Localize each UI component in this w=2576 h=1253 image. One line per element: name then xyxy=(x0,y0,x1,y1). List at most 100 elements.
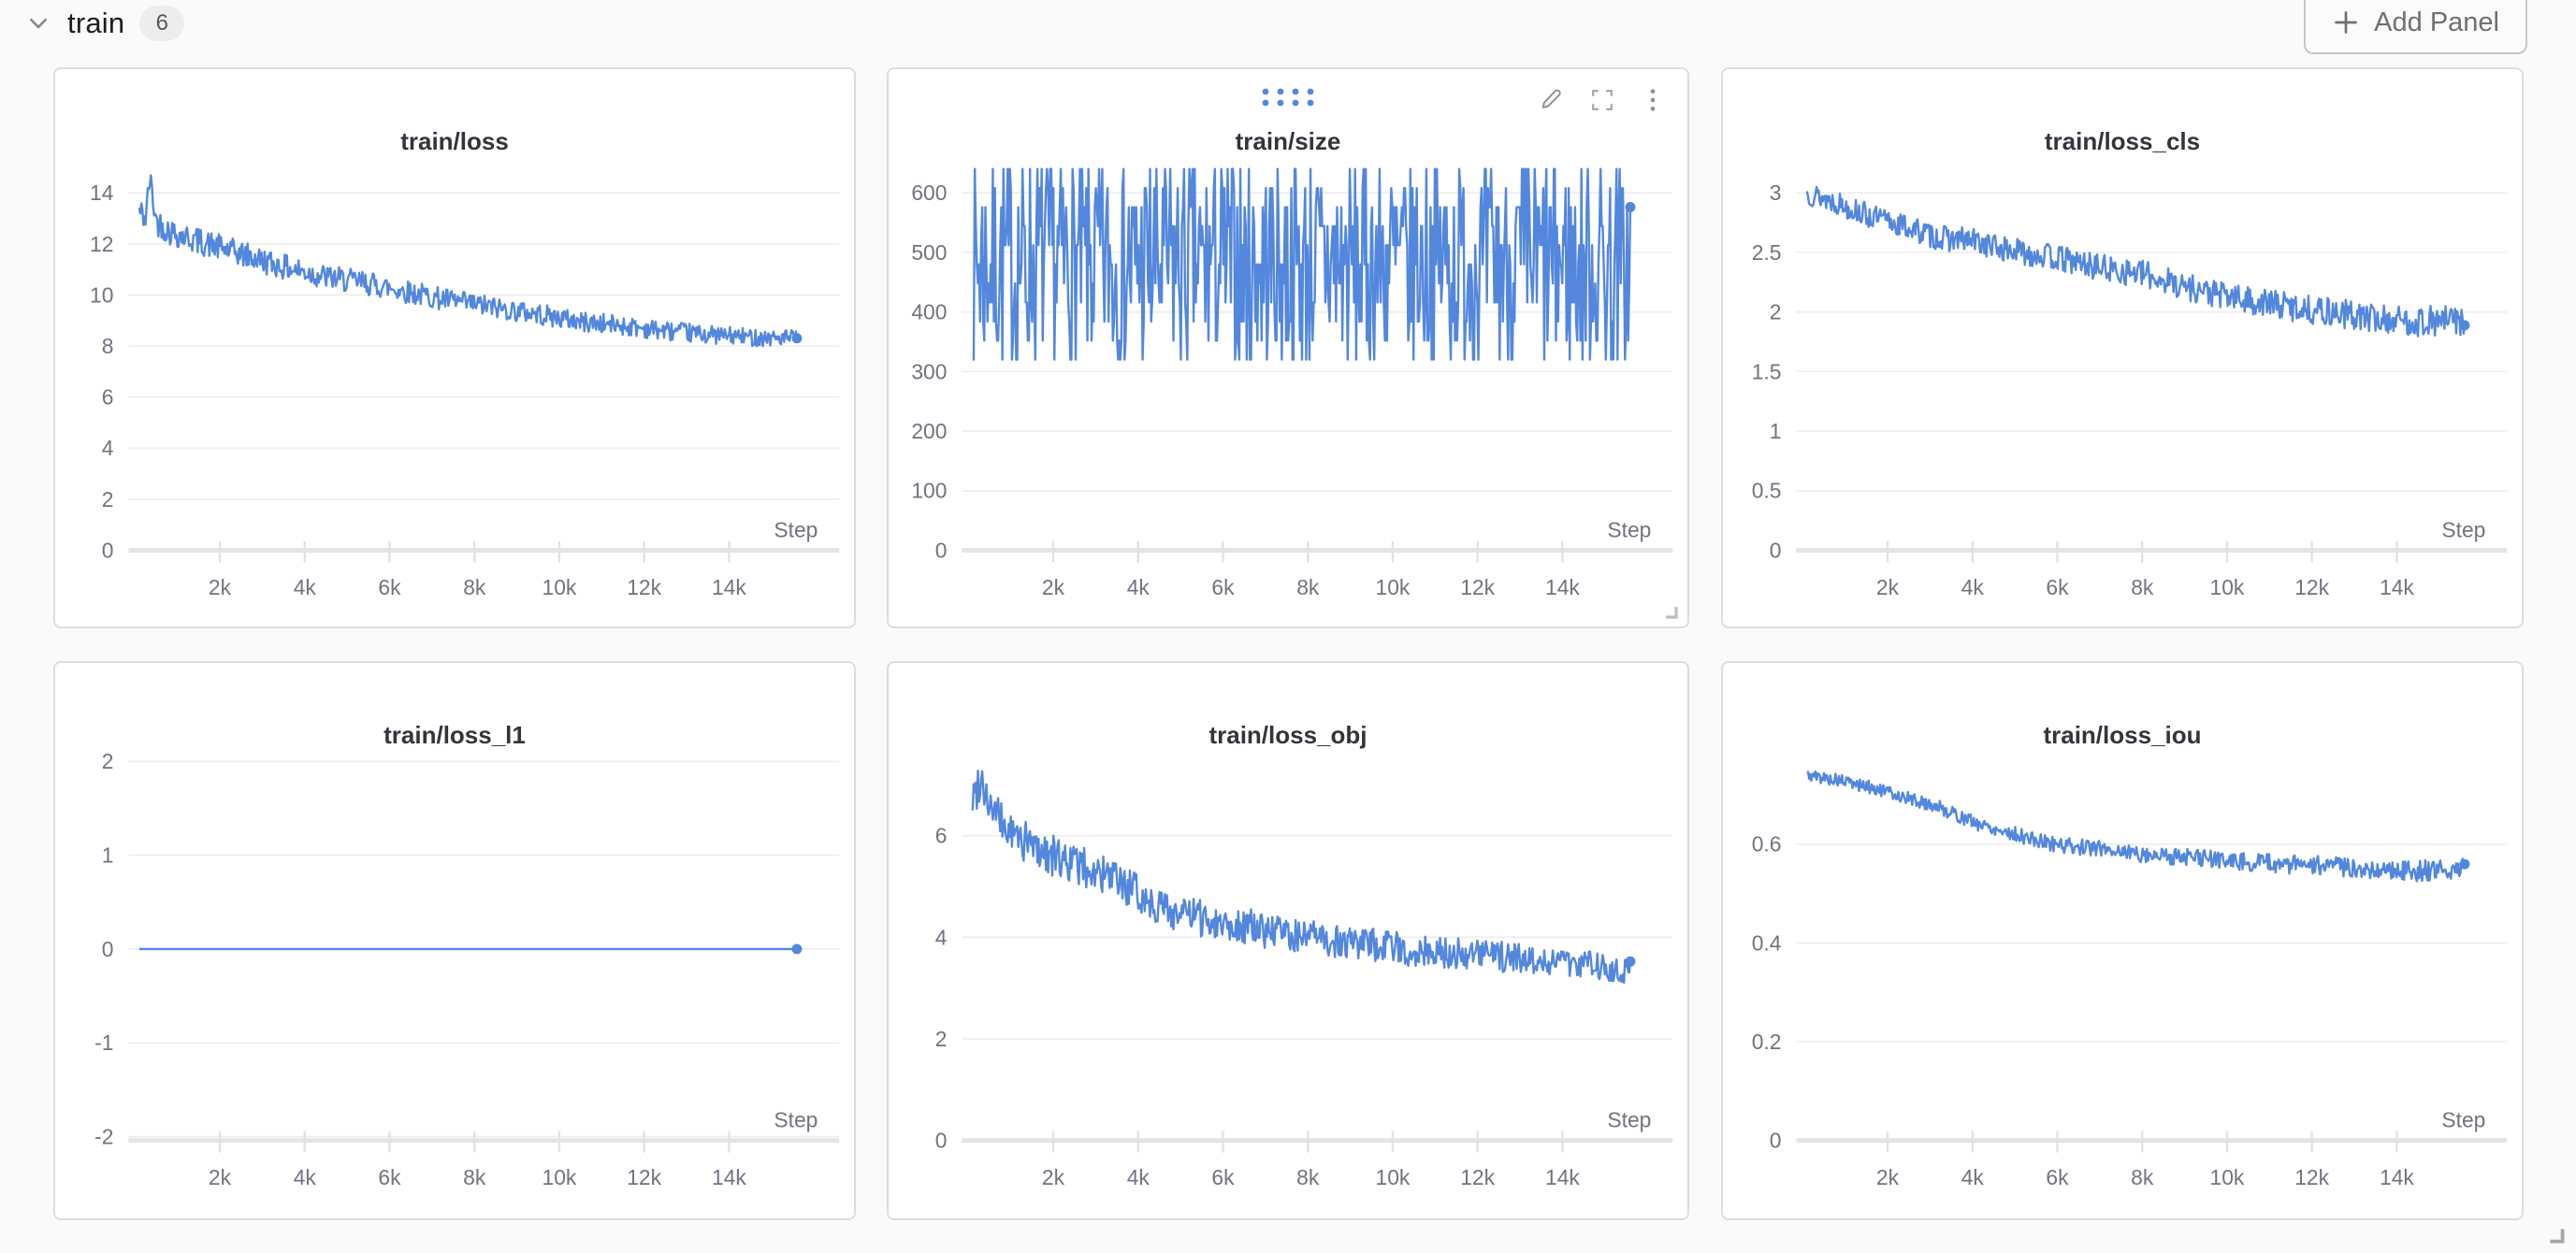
svg-text:14k: 14k xyxy=(712,1165,746,1189)
svg-text:8k: 8k xyxy=(2131,575,2154,599)
svg-text:6k: 6k xyxy=(378,575,401,599)
svg-text:Step: Step xyxy=(774,1108,818,1132)
svg-text:4k: 4k xyxy=(294,575,317,599)
panel-train-loss-obj: train/loss_obj 2k4k6k8k10k12k14k0246Step xyxy=(887,661,1689,1220)
svg-text:2k: 2k xyxy=(1876,575,1900,599)
svg-text:4k: 4k xyxy=(1961,1165,1985,1189)
svg-text:10k: 10k xyxy=(2210,1165,2245,1189)
add-panel-label: Add Panel xyxy=(2374,7,2499,38)
svg-text:Step: Step xyxy=(774,518,818,542)
svg-text:0: 0 xyxy=(102,937,114,961)
svg-text:2: 2 xyxy=(935,1027,948,1051)
panel-train-loss-cls: train/loss_cls 2k4k6k8k10k12k14k00.511.5… xyxy=(1721,67,2524,628)
drag-handle-icon[interactable] xyxy=(1257,84,1319,113)
svg-text:2.5: 2.5 xyxy=(1752,240,1782,265)
section-header: train 6 xyxy=(24,6,184,41)
svg-text:12k: 12k xyxy=(1460,575,1495,599)
svg-text:0: 0 xyxy=(935,1129,948,1153)
panel-resize-handle[interactable] xyxy=(1661,602,1680,621)
svg-text:-2: -2 xyxy=(94,1125,113,1149)
svg-text:0: 0 xyxy=(1770,1129,1782,1153)
svg-text:2k: 2k xyxy=(1042,575,1065,599)
chart-canvas-train-loss-cls[interactable]: 2k 4k 6k 8k 10k 12k 14k 0 0.5 1 1.5 2 2.5 3 Step xyxy=(1723,69,2522,626)
svg-text:8k: 8k xyxy=(463,1165,486,1189)
section-title: train xyxy=(67,7,124,40)
svg-text:2k: 2k xyxy=(209,1165,232,1189)
svg-text:4: 4 xyxy=(102,436,114,460)
edit-pencil-icon[interactable] xyxy=(1538,86,1566,114)
svg-text:10k: 10k xyxy=(1376,575,1411,599)
panel-train-loss-iou: train/loss_iou 2k4k6k8k10k12k14k00.20.40… xyxy=(1721,661,2524,1220)
panel-actions xyxy=(1538,86,1667,114)
chart-canvas-train-loss[interactable]: 2k4k6k8k10k12k14k02468101214Step xyxy=(55,69,854,626)
svg-text:0: 0 xyxy=(1770,538,1782,562)
plus-icon xyxy=(2332,8,2360,36)
svg-text:10k: 10k xyxy=(543,1165,577,1189)
section-count-badge: 6 xyxy=(139,6,184,41)
svg-text:6k: 6k xyxy=(2046,1165,2069,1189)
svg-text:3: 3 xyxy=(1770,180,1782,205)
svg-text:4k: 4k xyxy=(1961,575,1985,599)
svg-text:1: 1 xyxy=(1770,419,1782,443)
svg-text:0.5: 0.5 xyxy=(1752,479,1782,503)
svg-text:8k: 8k xyxy=(1296,575,1320,599)
svg-text:2: 2 xyxy=(1770,300,1782,324)
svg-text:10k: 10k xyxy=(2210,575,2245,599)
fullscreen-icon[interactable] xyxy=(1588,86,1616,114)
chart-canvas-train-loss-obj[interactable]: 2k4k6k8k10k12k14k0246Step xyxy=(889,663,1687,1218)
svg-text:14k: 14k xyxy=(2380,575,2414,599)
svg-text:12k: 12k xyxy=(1460,1165,1495,1189)
svg-text:6k: 6k xyxy=(378,1165,401,1189)
svg-text:14k: 14k xyxy=(1545,575,1580,599)
svg-text:10k: 10k xyxy=(1376,1165,1411,1189)
chevron-down-icon[interactable] xyxy=(24,9,52,37)
svg-text:4: 4 xyxy=(935,925,948,949)
chart-canvas-train-loss-l1[interactable]: 2k4k6k8k10k12k14k-2-1012Step xyxy=(55,663,854,1218)
svg-text:8k: 8k xyxy=(2131,1165,2154,1189)
svg-text:0.4: 0.4 xyxy=(1752,930,1782,955)
panel-train-size: train/size 2k4k6k8k10k12k14k010020030040… xyxy=(887,67,1689,628)
chart-canvas-train-loss-iou[interactable]: 2k4k6k8k10k12k14k00.20.40.6Step xyxy=(1723,663,2522,1218)
svg-text:14k: 14k xyxy=(1545,1165,1580,1189)
svg-text:0: 0 xyxy=(935,538,948,562)
svg-text:100: 100 xyxy=(911,479,947,503)
svg-text:12: 12 xyxy=(90,232,113,256)
svg-text:-1: -1 xyxy=(94,1030,113,1055)
svg-text:6k: 6k xyxy=(1211,1165,1235,1189)
svg-text:10: 10 xyxy=(90,282,113,307)
svg-text:4k: 4k xyxy=(1127,575,1151,599)
kebab-menu-icon[interactable] xyxy=(1639,86,1667,114)
svg-text:2: 2 xyxy=(102,749,114,773)
svg-text:Step: Step xyxy=(1607,518,1651,542)
svg-text:6: 6 xyxy=(935,824,948,848)
svg-text:14k: 14k xyxy=(712,575,746,599)
panel-train-loss: train/loss 2k4k6k8k10k12k14k02468101214S… xyxy=(53,67,856,628)
svg-text:Step: Step xyxy=(2441,518,2485,542)
chart-canvas-train-size[interactable]: 2k4k6k8k10k12k14k0100200300400500600Step xyxy=(889,69,1687,626)
svg-text:2k: 2k xyxy=(1042,1165,1065,1189)
svg-text:400: 400 xyxy=(911,300,947,324)
svg-text:6k: 6k xyxy=(2046,575,2069,599)
svg-text:0.2: 0.2 xyxy=(1752,1030,1782,1054)
svg-text:2k: 2k xyxy=(1876,1165,1900,1189)
svg-text:1.5: 1.5 xyxy=(1752,359,1782,383)
svg-text:0: 0 xyxy=(102,538,114,562)
add-panel-button[interactable]: Add Panel xyxy=(2304,0,2527,54)
svg-text:4k: 4k xyxy=(294,1165,317,1189)
svg-text:12k: 12k xyxy=(627,575,661,599)
svg-text:14: 14 xyxy=(90,180,114,205)
svg-text:8k: 8k xyxy=(1296,1165,1320,1189)
svg-text:6k: 6k xyxy=(1211,575,1235,599)
svg-text:2: 2 xyxy=(102,487,114,511)
panel-section-train: train 6 Add Panel train/loss 2k4k6k8k10k… xyxy=(0,0,2576,1253)
svg-text:300: 300 xyxy=(911,359,947,383)
svg-text:Step: Step xyxy=(2441,1108,2485,1132)
svg-text:2k: 2k xyxy=(209,575,232,599)
svg-text:8k: 8k xyxy=(463,575,486,599)
svg-text:1: 1 xyxy=(102,843,114,868)
svg-text:6: 6 xyxy=(102,385,114,410)
svg-text:10k: 10k xyxy=(543,575,577,599)
svg-text:600: 600 xyxy=(911,180,947,205)
section-resize-handle[interactable] xyxy=(2546,1225,2567,1246)
svg-text:12k: 12k xyxy=(2294,575,2329,599)
